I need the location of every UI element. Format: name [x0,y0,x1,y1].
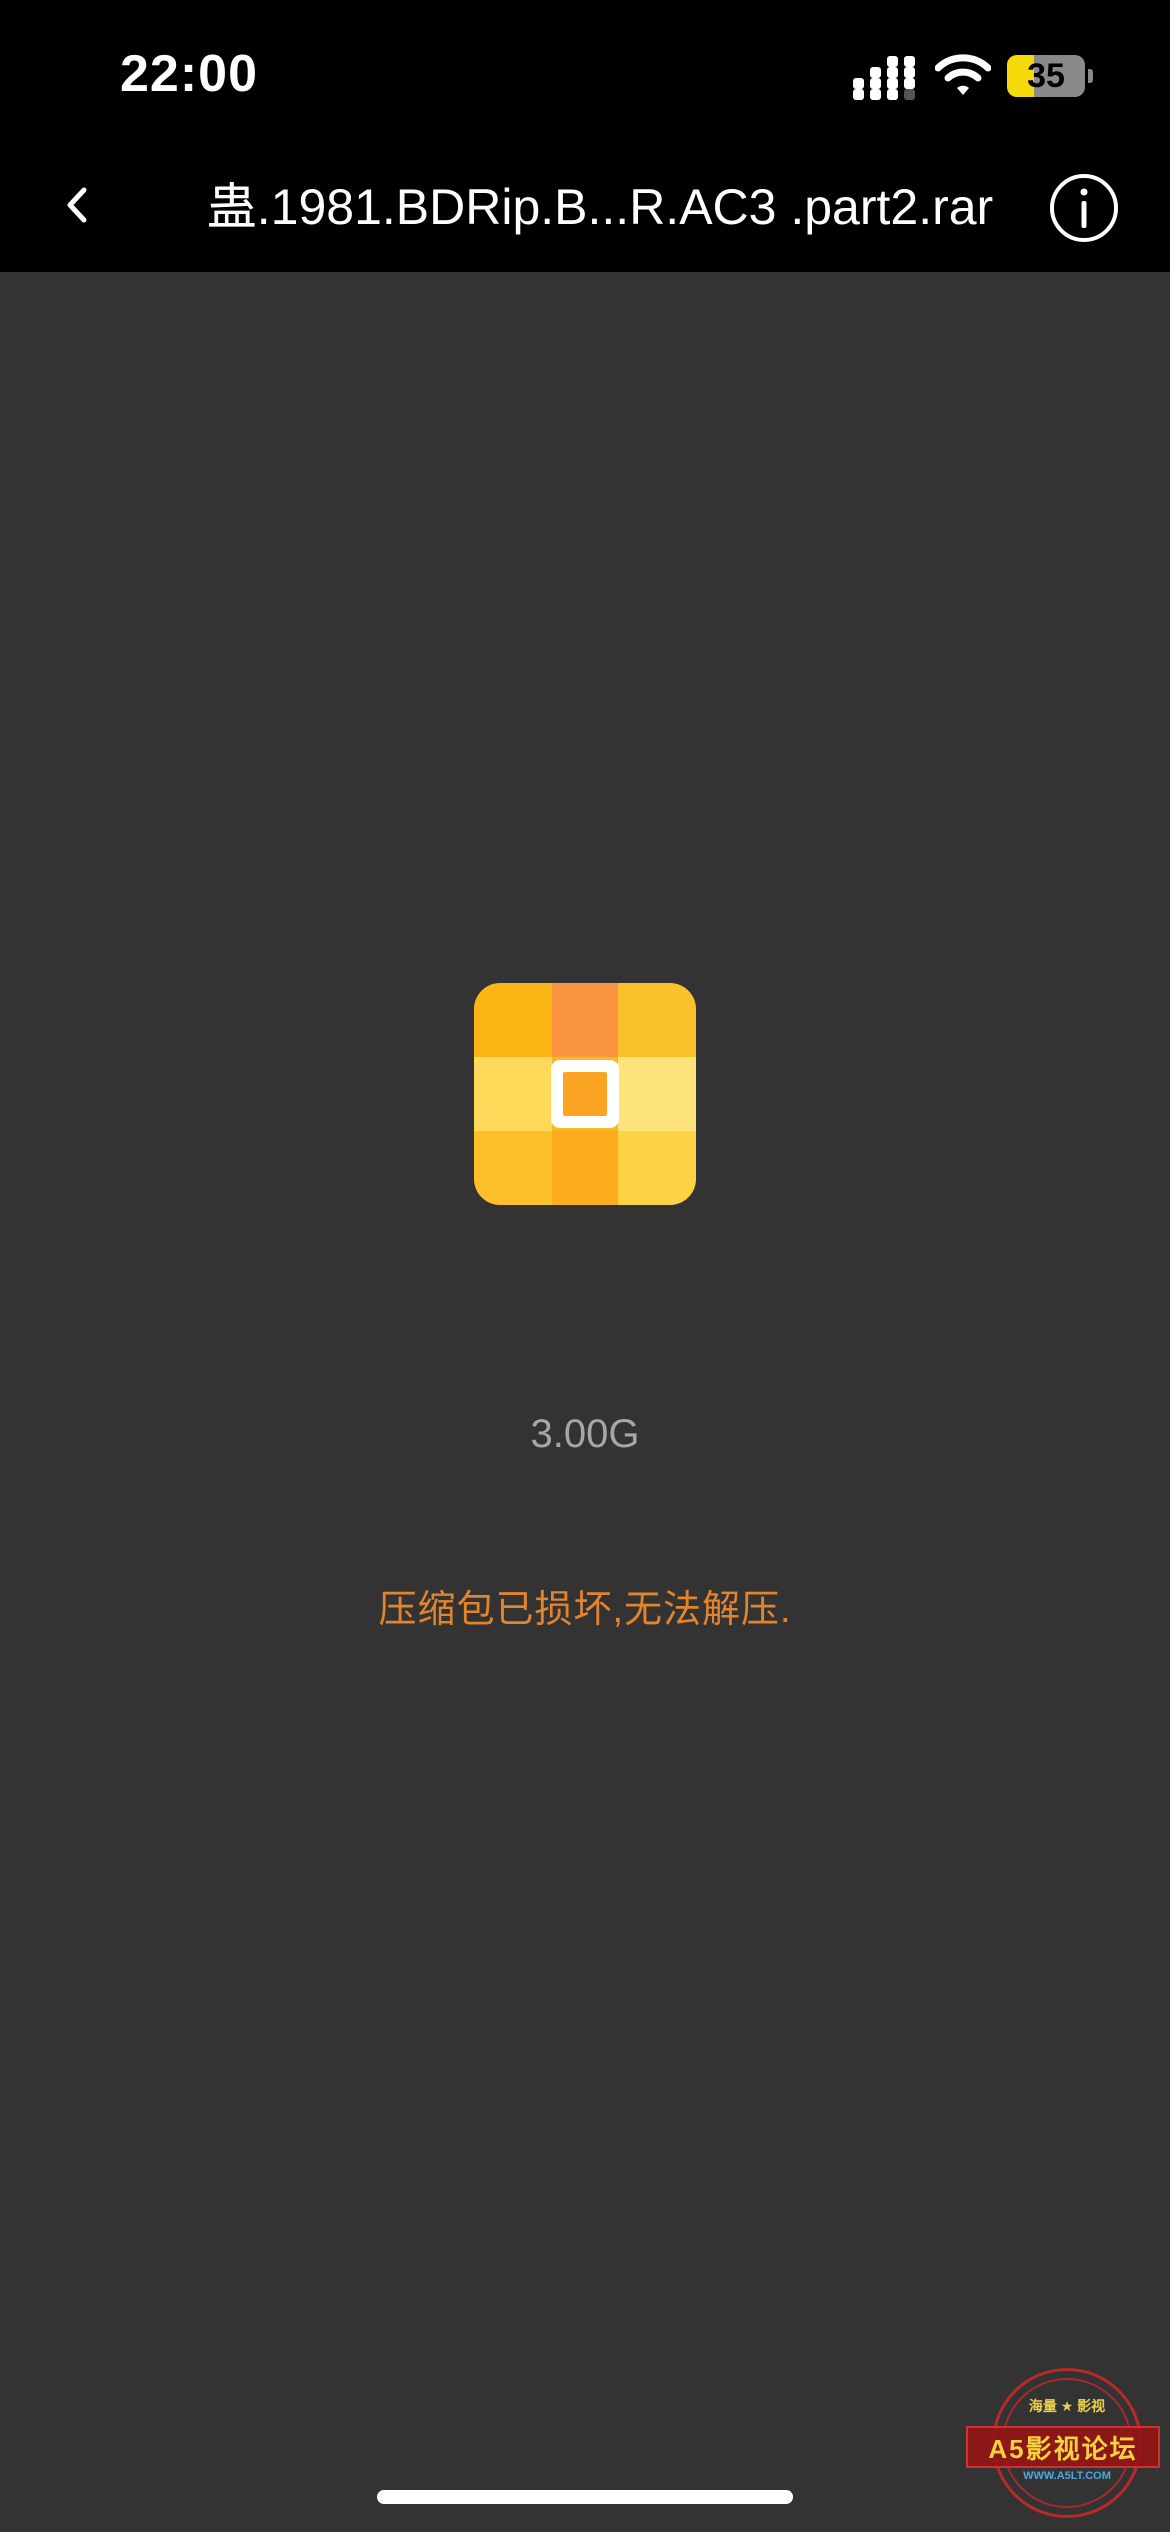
chevron-left-icon [67,187,87,223]
file-size: 3.00G [530,1412,640,1456]
watermark-logo: 海量 ★ 影视 A5影视论坛 WWW.A5LT.COM [966,2368,1162,2522]
battery-charging-icon: 35 [1007,55,1093,97]
status-time: 22:00 [120,45,258,103]
info-circle-icon [1050,174,1118,242]
nav-bar: 蛊.1981.BDRip.B...R.AC3 .part2.rar [0,140,1170,272]
archive-file-icon [474,983,696,1205]
cellular-signal-icon [853,56,915,100]
error-message: 压缩包已损坏,无法解压. [378,1589,792,1631]
battery-percent: 35 [1027,57,1065,95]
info-button[interactable] [1048,172,1120,244]
watermark-top-text: 海量 ★ 影视 [1028,2398,1106,2414]
home-indicator[interactable] [377,2490,793,2504]
wifi-icon [935,54,991,95]
back-button[interactable] [52,170,124,242]
watermark-banner: A5影视论坛 [966,2426,1160,2468]
status-bar: 22:00 35 [0,0,1170,140]
watermark-url: WWW.A5LT.COM [1023,2470,1111,2482]
file-name-title: 蛊.1981.BDRip.B...R.AC3 .part2.rar [206,179,994,235]
